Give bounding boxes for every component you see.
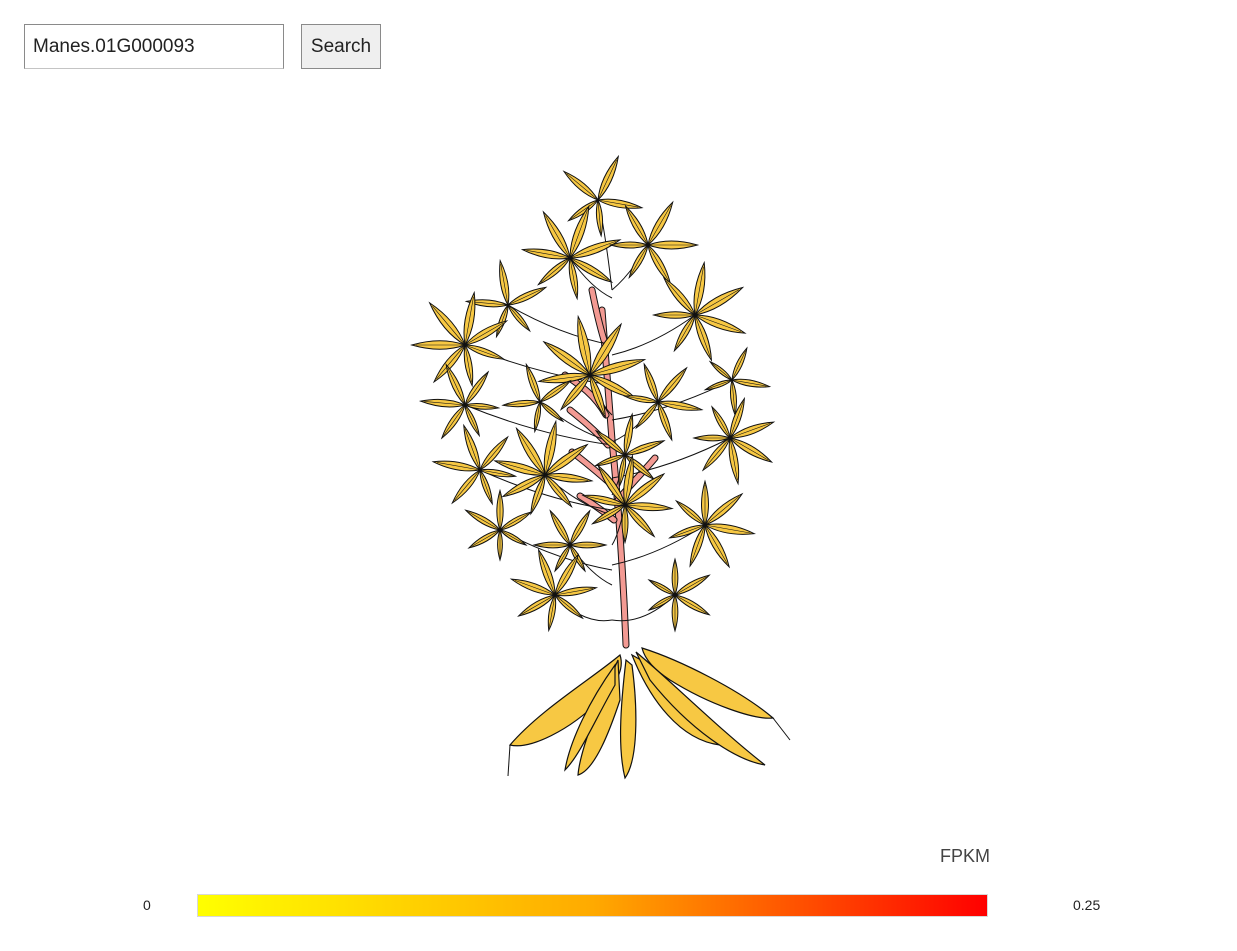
leaf-vein — [497, 304, 509, 335]
leaf-vein — [507, 288, 543, 306]
leaf-cluster — [464, 258, 548, 339]
leaf-vein — [464, 344, 501, 359]
leaf-vein — [647, 205, 671, 246]
leaf-cluster — [668, 479, 757, 569]
plant-leaves — [410, 154, 776, 633]
leaf-vein — [447, 367, 466, 406]
leaf-vein — [551, 513, 571, 546]
leaf-vein — [507, 304, 529, 329]
leaf-vein — [666, 280, 696, 316]
root-tip — [507, 744, 511, 777]
leaf-vein — [627, 209, 649, 246]
plant-expression-diagram — [410, 154, 791, 780]
legend-color-scale — [197, 894, 988, 917]
leaf-vein — [432, 306, 466, 346]
legend-max-label: 0.25 — [1073, 897, 1101, 913]
leaf-vein — [555, 544, 571, 570]
legend-min-label: 0 — [143, 897, 151, 913]
leaf-vein — [674, 594, 707, 614]
leaf-vein — [464, 374, 487, 406]
leaf-cluster — [509, 548, 599, 633]
leaf-cluster — [501, 362, 572, 434]
leaf-vein — [624, 441, 661, 456]
leaf-vein — [468, 511, 501, 531]
leaf-cluster — [464, 488, 533, 562]
leaf-vein — [704, 437, 731, 468]
leaf-vein — [630, 244, 649, 276]
leaf-vein — [711, 362, 733, 381]
leaf-vein — [650, 594, 676, 610]
leaf-vein — [443, 404, 466, 436]
leaf-cluster — [703, 346, 772, 417]
leaf-vein — [527, 367, 541, 403]
leaf-vein — [499, 513, 529, 531]
plant-stems — [464, 199, 733, 649]
petiole — [499, 529, 613, 571]
leaf-vein — [647, 244, 669, 281]
leaf-vein — [464, 428, 481, 471]
leaf-vein — [713, 409, 731, 439]
leaf-vein — [471, 529, 501, 547]
leaf-vein — [675, 314, 696, 349]
leaf-vein — [554, 594, 581, 617]
leaf-vein — [540, 257, 571, 283]
leaf-vein — [454, 469, 481, 501]
search-button[interactable]: Search — [301, 24, 381, 69]
gene-search-input[interactable] — [24, 24, 284, 69]
leaf-vein — [707, 379, 733, 390]
leaf-vein — [650, 580, 676, 596]
leaf-cluster — [608, 200, 700, 286]
leaf-vein — [479, 439, 506, 471]
root-tip — [772, 717, 791, 741]
leaf-vein — [704, 496, 740, 526]
leaf-vein — [566, 173, 599, 201]
leaf-vein — [499, 529, 525, 545]
leaf-vein — [657, 370, 685, 403]
leaf-vein — [674, 576, 707, 596]
leaf-cluster — [647, 557, 711, 633]
legend-title: FPKM — [940, 846, 991, 866]
leaf-vein — [539, 401, 562, 420]
leaf-cluster — [537, 314, 647, 419]
leaf-cluster — [622, 362, 704, 442]
leaf-vein — [597, 159, 617, 201]
leaf-cluster — [562, 154, 644, 238]
leaf-vein — [569, 513, 589, 546]
root-tuber — [619, 658, 637, 780]
leaf-vein — [645, 367, 659, 403]
root-tubers — [507, 647, 791, 780]
leaf-vein — [539, 382, 569, 403]
leaf-cluster — [418, 363, 501, 440]
leaf-cluster — [493, 419, 594, 516]
search-bar: Search — [24, 24, 381, 69]
leaf-vein — [731, 350, 746, 381]
